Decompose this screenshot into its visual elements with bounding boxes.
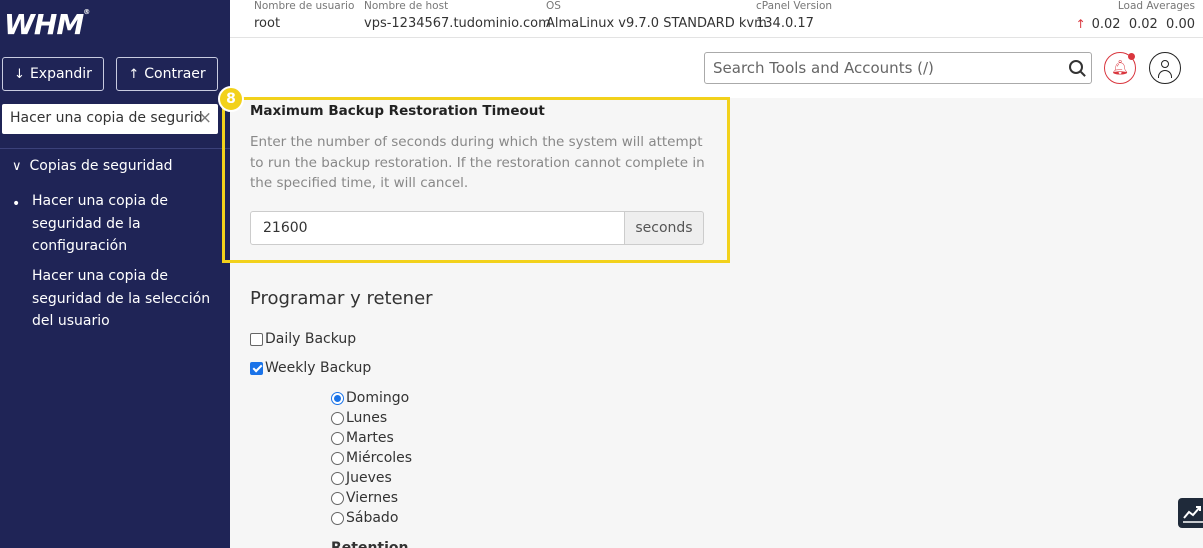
day-radio-monday[interactable]: Lunes (331, 410, 387, 426)
notification-dot (1128, 53, 1135, 60)
radio-icon[interactable] (331, 431, 344, 445)
sidebar-item-user-backup[interactable]: Hacer una copia de seguridad de la selec… (32, 265, 212, 333)
day-radio-sunday[interactable]: Domingo (331, 390, 409, 406)
timeout-field-description: Enter the number of seconds during which… (250, 134, 705, 191)
radio-icon[interactable] (331, 451, 344, 465)
sidebar-search-value: Hacer una copia de segurid (10, 110, 203, 126)
timeout-field-title: Maximum Backup Restoration Timeout (250, 103, 545, 119)
sidebar-item-config-backup[interactable]: Hacer una copia de seguridad de la confi… (32, 190, 212, 258)
day-radio-saturday[interactable]: Sábado (331, 510, 398, 526)
day-radio-wednesday[interactable]: Miércoles (331, 450, 412, 466)
radio-icon[interactable] (331, 471, 344, 485)
sidebar-divider (0, 148, 230, 149)
seconds-addon: seconds (624, 211, 704, 245)
radio-icon[interactable] (331, 411, 344, 425)
radio-icon[interactable] (331, 491, 344, 505)
checkbox-checked-icon[interactable] (250, 361, 263, 375)
day-radio-friday[interactable]: Viernes (331, 490, 398, 506)
sidebar: WHM® ↓ Expandir ↑ Contraer Hacer una cop… (0, 0, 230, 548)
info-os: OS AlmaLinux v9.7.0 STANDARD kvm (546, 0, 767, 31)
notifications-button[interactable]: 🔔︎ (1104, 52, 1136, 84)
retention-heading: Retention (331, 540, 409, 548)
checkbox-icon[interactable] (250, 332, 263, 346)
analytics-button[interactable] (1178, 498, 1203, 528)
radio-checked-icon[interactable] (331, 391, 344, 405)
bell-icon: 🔔︎ (1111, 60, 1129, 76)
day-radio-tuesday[interactable]: Martes (331, 430, 394, 446)
timeout-seconds-input[interactable]: 21600 (250, 211, 625, 245)
active-bullet-icon: • (12, 196, 21, 212)
info-username: Nombre de usuario root (254, 0, 355, 31)
arrow-down-icon: ↓ (14, 66, 25, 82)
sidebar-category-label: Copias de seguridad (29, 158, 173, 174)
user-icon (1161, 60, 1169, 68)
whm-logo[interactable]: WHM® (4, 8, 90, 41)
info-hostname: Nombre de host vps-1234567.tudominio.com (364, 0, 551, 31)
day-radio-thursday[interactable]: Jueves (331, 470, 392, 486)
info-cpanel-version: cPanel Version 134.0.17 (756, 0, 833, 31)
step-badge: 8 (218, 86, 244, 112)
server-info-bar: Nombre de usuario root Nombre de host vp… (230, 0, 1203, 38)
collapse-button[interactable]: ↑ Contraer (116, 57, 218, 91)
daily-backup-checkbox[interactable]: Daily Backup (250, 331, 356, 347)
arrow-up-icon: ↑ (1075, 17, 1086, 31)
clear-icon[interactable]: × (198, 108, 212, 128)
chevron-down-icon: ∨ (12, 158, 22, 174)
tools-search-input[interactable]: Search Tools and Accounts (/) (704, 52, 1092, 84)
radio-icon[interactable] (331, 511, 344, 525)
user-menu-button[interactable] (1149, 52, 1181, 84)
sidebar-search-input[interactable]: Hacer una copia de segurid × (2, 104, 218, 134)
tools-search-placeholder: Search Tools and Accounts (/) (713, 59, 934, 77)
info-load-averages: Load Averages ↑ 0.02 0.02 0.00 (1075, 0, 1195, 32)
expand-button[interactable]: ↓ Expandir (2, 57, 104, 91)
trend-chart-icon (1183, 506, 1203, 523)
arrow-up-icon: ↑ (128, 66, 140, 82)
search-icon[interactable] (1069, 60, 1083, 74)
header: Search Tools and Accounts (/) 🔔︎ (230, 38, 1203, 98)
expand-label: Expandir (29, 66, 92, 82)
sidebar-category-backups[interactable]: ∨ Copias de seguridad (12, 158, 173, 174)
collapse-label: Contraer (144, 66, 206, 82)
weekly-backup-checkbox[interactable]: Weekly Backup (250, 360, 371, 376)
schedule-section-title: Programar y retener (250, 288, 433, 309)
